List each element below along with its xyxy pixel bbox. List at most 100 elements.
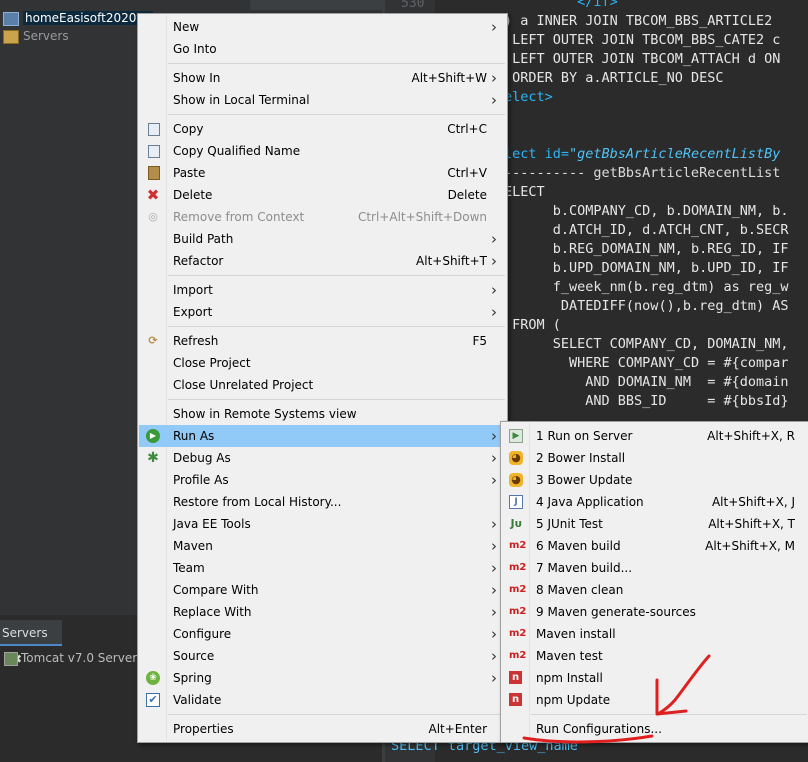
code-token: AND DOMAIN_NM = #{domain <box>585 374 789 390</box>
copy-icon <box>148 145 160 158</box>
code-token: AND BBS_ID = #{bbsId} <box>585 393 789 409</box>
menu-item-show-in-local-terminal[interactable]: Show in Local Terminal › <box>139 89 506 111</box>
copy-icon <box>148 123 160 136</box>
folder-icon <box>3 29 19 44</box>
code-line: f_week_nm(b.reg_dtm) as reg_w <box>504 278 789 297</box>
menu-item-label: Java EE Tools <box>173 517 251 531</box>
menu-item-paste[interactable]: Paste Ctrl+V <box>139 162 506 184</box>
menu-item-5-junit-test[interactable]: Jᴜ 5 JUnit Test Alt+Shift+X, T <box>502 513 808 535</box>
menu-item-import[interactable]: Import › <box>139 279 506 301</box>
menu-item-export[interactable]: Export › <box>139 301 506 323</box>
menu-item-9-maven-generate-sources[interactable]: m2 9 Maven generate-sources <box>502 601 808 623</box>
chevron-right-icon: › <box>491 537 497 555</box>
code-line: DATEDIFF(now(),b.reg_dtm) AS <box>504 297 789 316</box>
menu-item-show-in-remote-systems-view[interactable]: Show in Remote Systems view <box>139 403 506 425</box>
menu-item-2-bower-install[interactable]: ◕ 2 Bower Install <box>502 447 808 469</box>
menu-item-debug-as[interactable]: ✱ Debug As › <box>139 447 506 469</box>
code-token: b.COMPANY_CD, b.DOMAIN_NM, b. <box>552 203 789 219</box>
menu-item-4-java-application[interactable]: J 4 Java Application Alt+Shift+X, J <box>502 491 808 513</box>
menu-item-shortcut: Alt+Shift+W <box>411 71 488 85</box>
servers-folder-label: Servers <box>23 29 69 43</box>
menu-item-label: Source <box>173 649 215 663</box>
menu-separator <box>168 114 505 115</box>
tab-servers[interactable]: Servers✖ <box>0 620 62 666</box>
menu-item-maven[interactable]: Maven › <box>139 535 506 557</box>
bower-icon: ◕ <box>509 473 523 487</box>
menu-item-remove-from-context: ◎ Remove from Context Ctrl+Alt+Shift+Down <box>139 206 506 228</box>
menu-item-close-unrelated-project[interactable]: Close Unrelated Project <box>139 374 506 396</box>
menu-item-copy[interactable]: Copy Ctrl+C <box>139 118 506 140</box>
code-token: "getBbsArticleRecentListBy <box>569 146 781 162</box>
menu-item-8-maven-clean[interactable]: m2 8 Maven clean <box>502 579 808 601</box>
chevron-right-icon: › <box>491 669 497 687</box>
chevron-right-icon: › <box>491 449 497 467</box>
menu-item-new[interactable]: New › <box>139 16 506 38</box>
menu-item-run-configurations[interactable]: Run Configurations... <box>502 718 808 740</box>
code-token: id= <box>544 146 570 162</box>
menu-item-label: Properties <box>173 722 234 736</box>
menu-item-label: npm Update <box>536 693 611 707</box>
menu-item-build-path[interactable]: Build Path › <box>139 228 506 250</box>
server-icon <box>4 651 18 666</box>
menu-item-source[interactable]: Source › <box>139 645 506 667</box>
project-tree-item[interactable]: homeEasisoft2020v2 <box>0 8 154 28</box>
menu-item-close-project[interactable]: Close Project <box>139 352 506 374</box>
paste-icon <box>148 166 160 180</box>
server-entry[interactable]: Tomcat v7.0 Server at <box>4 650 153 666</box>
menu-item-configure[interactable]: Configure › <box>139 623 506 645</box>
chevron-right-icon: › <box>491 427 497 445</box>
menu-item-replace-with[interactable]: Replace With › <box>139 601 506 623</box>
maven-icon: m2 <box>509 562 527 573</box>
menu-item-java-ee-tools[interactable]: Java EE Tools › <box>139 513 506 535</box>
chevron-right-icon: › <box>491 581 497 599</box>
explorer-toolbar <box>250 0 382 10</box>
code-token: d.ATCH_ID, d.ATCH_CNT, b.SECR <box>552 222 789 238</box>
menu-item-label: Configure <box>173 627 232 641</box>
menu-item-show-in[interactable]: Show In Alt+Shift+W › <box>139 67 506 89</box>
code-token: b.REG_DOMAIN_NM, b.REG_ID, IF <box>552 241 789 257</box>
menu-item-maven-install[interactable]: m2 Maven install <box>502 623 808 645</box>
menu-item-spring[interactable]: ❀ Spring › <box>139 667 506 689</box>
menu-item-label: 6 Maven build <box>536 539 621 553</box>
menu-separator <box>168 714 505 715</box>
menu-item-label: 7 Maven build... <box>536 561 633 575</box>
menu-item-label: Import <box>173 283 213 297</box>
menu-item-3-bower-update[interactable]: ◕ 3 Bower Update <box>502 469 808 491</box>
menu-item-label: Remove from Context <box>173 210 305 224</box>
menu-item-run-as[interactable]: ▶ Run As › <box>139 425 506 447</box>
menu-item-go-into[interactable]: Go Into <box>139 38 506 60</box>
menu-item-maven-test[interactable]: m2 Maven test <box>502 645 808 667</box>
menu-item-compare-with[interactable]: Compare With › <box>139 579 506 601</box>
code-line: lect id="getBbsArticleRecentListBy <box>504 145 780 164</box>
code-token: DATEDIFF(now(),b.reg_dtm) AS <box>560 298 789 314</box>
menu-item-label: Copy <box>173 122 204 136</box>
menu-item-copy-qualified-name[interactable]: Copy Qualified Name <box>139 140 506 162</box>
code-line: d.ATCH_ID, d.ATCH_CNT, b.SECR <box>504 221 789 240</box>
server-icon: ▶ <box>509 429 523 443</box>
servers-tab-label: Servers <box>2 626 48 640</box>
menu-item-restore-from-local-history[interactable]: Restore from Local History... <box>139 491 506 513</box>
menu-item-team[interactable]: Team › <box>139 557 506 579</box>
menu-item-shortcut: Ctrl+C <box>447 122 487 136</box>
menu-item-shortcut: Alt+Shift+T <box>416 254 487 268</box>
servers-tree-item[interactable]: Servers <box>0 26 69 46</box>
code-token: elect> <box>504 89 553 105</box>
menu-item-label: 4 Java Application <box>536 495 644 509</box>
run-as-submenu: ▶ 1 Run on Server Alt+Shift+X, R ◕ 2 Bower I… <box>500 421 808 743</box>
chevron-right-icon: › <box>491 559 497 577</box>
menu-item-shortcut: Ctrl+Alt+Shift+Down <box>357 210 487 224</box>
menu-item-npm-update[interactable]: n npm Update <box>502 689 808 711</box>
chevron-right-icon: › <box>491 625 497 643</box>
menu-item-1-run-on-server[interactable]: ▶ 1 Run on Server Alt+Shift+X, R <box>502 425 808 447</box>
menu-item-delete[interactable]: ✖ Delete Delete <box>139 184 506 206</box>
remove-context-icon: ◎ <box>148 210 158 223</box>
menu-item-refactor[interactable]: Refactor Alt+Shift+T › <box>139 250 506 272</box>
menu-item-refresh[interactable]: ⟳ Refresh F5 <box>139 330 506 352</box>
line-number: 530 <box>401 0 425 11</box>
menu-item-7-maven-build[interactable]: m2 7 Maven build... <box>502 557 808 579</box>
menu-item-6-maven-build[interactable]: m2 6 Maven build Alt+Shift+X, M <box>502 535 808 557</box>
menu-item-properties[interactable]: Properties Alt+Enter <box>139 718 506 740</box>
menu-item-profile-as[interactable]: Profile As › <box>139 469 506 491</box>
menu-item-npm-install[interactable]: n npm Install <box>502 667 808 689</box>
menu-item-validate[interactable]: ✔ Validate <box>139 689 506 711</box>
